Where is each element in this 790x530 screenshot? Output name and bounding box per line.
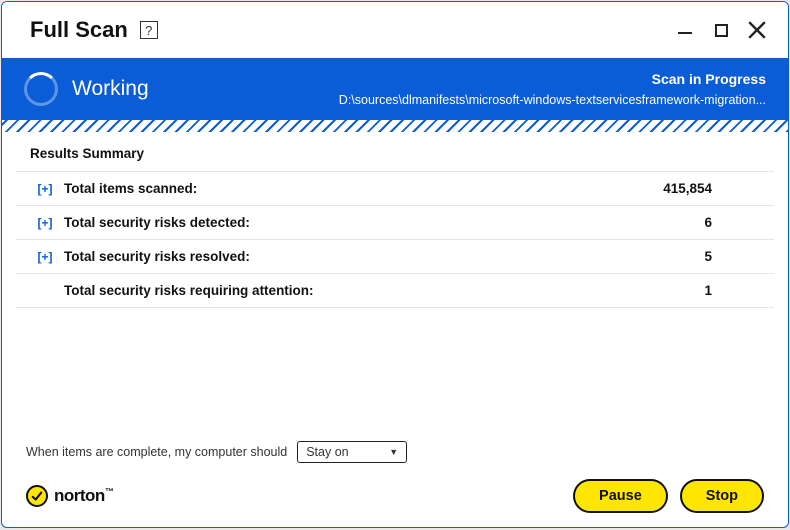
result-label: Total security risks detected: — [64, 215, 674, 230]
titlebar: Full Scan ? — [2, 2, 788, 58]
progress-path: D:\sources\dlmanifests\microsoft-windows… — [339, 91, 766, 109]
window-controls — [676, 21, 766, 39]
result-row: [+] Total items scanned:415,854 — [16, 171, 774, 205]
expand-toggle[interactable]: [+] — [36, 182, 54, 196]
minimize-button[interactable] — [676, 21, 694, 39]
brand: norton™ — [26, 485, 113, 507]
help-icon[interactable]: ? — [140, 21, 158, 39]
results-rows: [+] Total items scanned:415,854 [+] Total s… — [16, 171, 774, 308]
select-value: Stay on — [306, 445, 348, 459]
result-value: 5 — [674, 249, 754, 264]
progress-title: Scan in Progress — [339, 69, 766, 89]
result-value: 1 — [674, 283, 754, 298]
expand-toggle[interactable]: [+] — [36, 216, 54, 230]
close-button[interactable] — [748, 21, 766, 39]
brand-logo-icon — [26, 485, 48, 507]
working-group: Working — [24, 72, 149, 106]
result-row: Total security risks requiring attention… — [16, 273, 774, 308]
brand-name: norton™ — [54, 486, 113, 506]
result-row: [+] Total security risks resolved:5 — [16, 239, 774, 273]
result-row: [+] Total security risks detected:6 — [16, 205, 774, 239]
spinner-icon — [24, 72, 58, 106]
window-title: Full Scan — [30, 17, 128, 43]
chevron-down-icon: ▼ — [389, 447, 398, 457]
result-value: 6 — [674, 215, 754, 230]
footer: When items are complete, my computer sho… — [2, 441, 788, 527]
result-value: 415,854 — [663, 181, 754, 196]
app-window: Full Scan ? Working Scan in Progress D:\… — [1, 1, 789, 528]
action-buttons: Pause Stop — [573, 479, 764, 513]
on-complete-prompt: When items are complete, my computer sho… — [26, 445, 287, 459]
result-label: Total items scanned: — [64, 181, 663, 196]
close-icon — [748, 21, 766, 39]
progress-stripe — [2, 120, 788, 132]
pause-button[interactable]: Pause — [573, 479, 668, 513]
on-complete-select[interactable]: Stay on ▼ — [297, 441, 407, 463]
results-header: Results Summary — [16, 132, 774, 171]
result-label: Total security risks requiring attention… — [64, 283, 674, 298]
maximize-button[interactable] — [712, 21, 730, 39]
on-complete-line: When items are complete, my computer sho… — [26, 441, 764, 463]
status-banner: Working Scan in Progress D:\sources\dlma… — [2, 58, 788, 120]
bottom-row: norton™ Pause Stop — [26, 479, 764, 513]
result-label: Total security risks resolved: — [64, 249, 674, 264]
expand-toggle[interactable]: [+] — [36, 250, 54, 264]
working-label: Working — [72, 77, 149, 101]
stop-button[interactable]: Stop — [680, 479, 764, 513]
progress-info: Scan in Progress D:\sources\dlmanifests\… — [339, 69, 766, 108]
title-left-group: Full Scan ? — [30, 17, 158, 43]
results-panel: Results Summary [+] Total items scanned:4… — [2, 132, 788, 441]
